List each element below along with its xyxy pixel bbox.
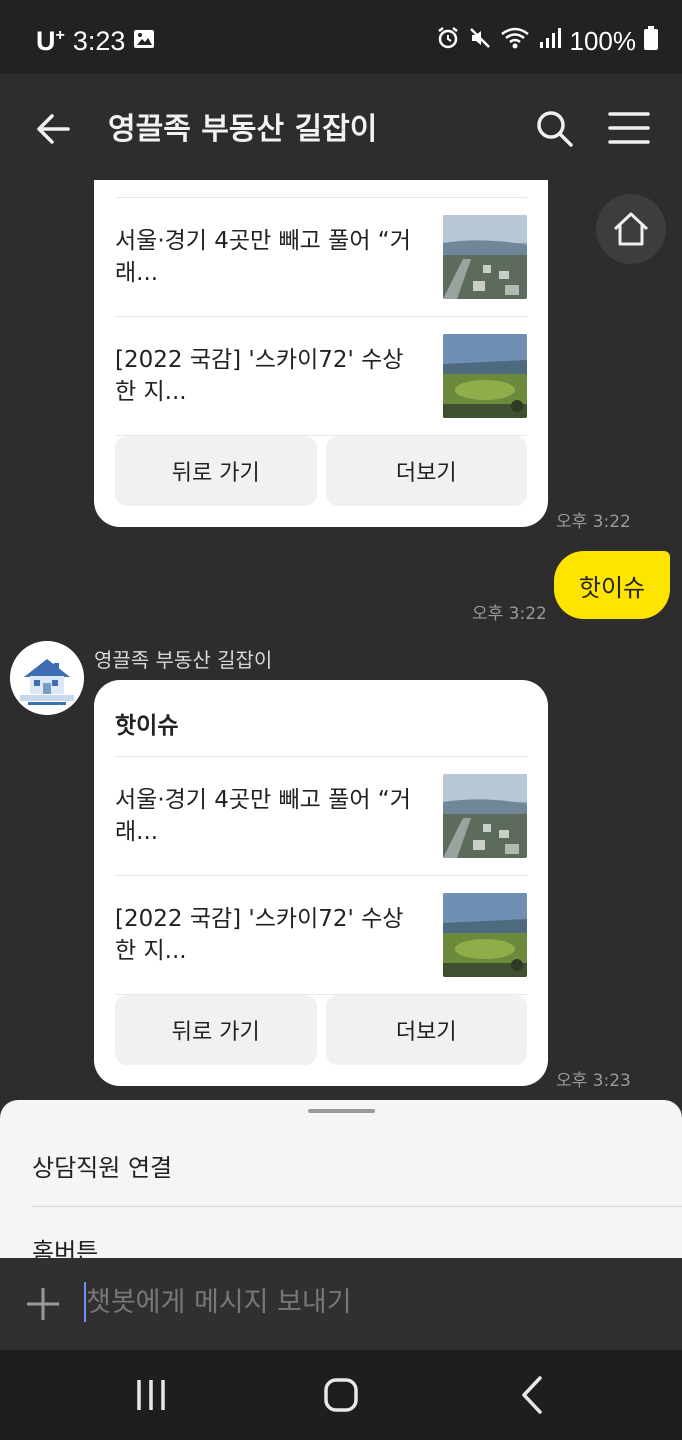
arrow-left-icon	[37, 114, 70, 144]
news-title: [2022 국감] '스카이72' 수상한 지...	[115, 347, 404, 405]
battery-icon	[644, 26, 658, 57]
card-top-cutoff	[115, 180, 527, 198]
message-input-bar	[0, 1258, 682, 1350]
quick-menu-sheet: 상담직원 연결 홈버튼	[0, 1100, 682, 1260]
recent-apps-button[interactable]	[128, 1372, 174, 1418]
status-left: U+ 3:23	[36, 26, 155, 57]
status-right: 100%	[436, 26, 658, 57]
status-bar: U+ 3:23 100%	[0, 0, 682, 74]
sheet-drag-handle[interactable]	[308, 1109, 375, 1113]
card-title: 핫이슈	[115, 680, 527, 757]
status-time: 3:23	[72, 26, 126, 56]
my-message-bubble: 핫이슈	[554, 551, 670, 619]
home-nav-button[interactable]	[318, 1372, 364, 1418]
news-title: [2022 국감] '스카이72' 수상한 지...	[115, 906, 404, 964]
see-more-button[interactable]: 더보기	[325, 436, 527, 506]
see-more-button[interactable]: 더보기	[325, 995, 527, 1065]
chat-area[interactable]: 서울·경기 4곳만 빼고 풀어 “거래... [2022 국감] '스카이72'…	[0, 180, 682, 1100]
bot-name: 영끌족 부동산 길잡이	[94, 648, 273, 672]
news-item[interactable]: 서울·경기 4곳만 빼고 풀어 “거래...	[115, 757, 527, 876]
bot-card: 서울·경기 4곳만 빼고 풀어 “거래... [2022 국감] '스카이72'…	[94, 180, 548, 527]
battery-percent: 100%	[569, 26, 637, 56]
back-nav-icon	[522, 1376, 542, 1414]
menu-button[interactable]	[608, 110, 650, 146]
alarm-icon	[436, 26, 460, 57]
go-back-button[interactable]: 뒤로 가기	[115, 995, 317, 1065]
news-thumbnail	[443, 774, 527, 858]
chat-title: 영끌족 부동산 길잡이	[108, 112, 378, 147]
signal-icon	[538, 26, 562, 57]
news-title: 서울·경기 4곳만 빼고 풀어 “거래...	[115, 228, 411, 286]
message-time: 오후 3:22	[556, 512, 631, 532]
news-thumbnail	[443, 215, 527, 299]
home-nav-icon	[324, 1378, 358, 1412]
news-item[interactable]: [2022 국감] '스카이72' 수상한 지...	[115, 876, 527, 995]
plus-icon	[27, 1288, 59, 1320]
home-icon	[613, 212, 649, 246]
recent-apps-icon	[137, 1380, 165, 1410]
hamburger-menu-icon	[608, 112, 650, 144]
back-button[interactable]	[30, 106, 76, 152]
mute-icon	[468, 26, 492, 57]
message-time: 오후 3:23	[556, 1071, 631, 1091]
back-nav-button[interactable]	[510, 1372, 556, 1418]
wifi-icon	[500, 26, 530, 57]
message-text: 핫이슈	[578, 573, 646, 602]
message-time: 오후 3:22	[472, 604, 547, 624]
home-button[interactable]	[596, 194, 666, 264]
news-thumbnail	[443, 893, 527, 977]
divider	[32, 1206, 682, 1207]
news-thumbnail	[443, 334, 527, 418]
card-buttons: 뒤로 가기 더보기	[115, 995, 527, 1065]
home-button-item[interactable]: 홈버튼	[32, 1232, 98, 1260]
card-buttons: 뒤로 가기 더보기	[115, 436, 527, 506]
news-title: 서울·경기 4곳만 빼고 풀어 “거래...	[115, 787, 411, 845]
carrier-label: U+	[36, 26, 65, 56]
news-item[interactable]: [2022 국감] '스카이72' 수상한 지...	[115, 317, 527, 436]
connect-agent-item[interactable]: 상담직원 연결	[32, 1148, 172, 1183]
attach-button[interactable]	[26, 1287, 60, 1321]
news-item[interactable]: 서울·경기 4곳만 빼고 풀어 “거래...	[115, 198, 527, 317]
search-button[interactable]	[534, 108, 574, 148]
search-icon	[537, 111, 573, 147]
app-header: 영끌족 부동산 길잡이	[0, 74, 682, 180]
system-nav-bar	[0, 1350, 682, 1440]
gallery-icon	[133, 26, 155, 57]
bot-avatar[interactable]	[10, 641, 84, 715]
message-input[interactable]	[86, 1280, 646, 1324]
bot-card: 핫이슈 서울·경기 4곳만 빼고 풀어 “거래... [2022 국감] '스카…	[94, 680, 548, 1086]
go-back-button[interactable]: 뒤로 가기	[115, 436, 317, 506]
